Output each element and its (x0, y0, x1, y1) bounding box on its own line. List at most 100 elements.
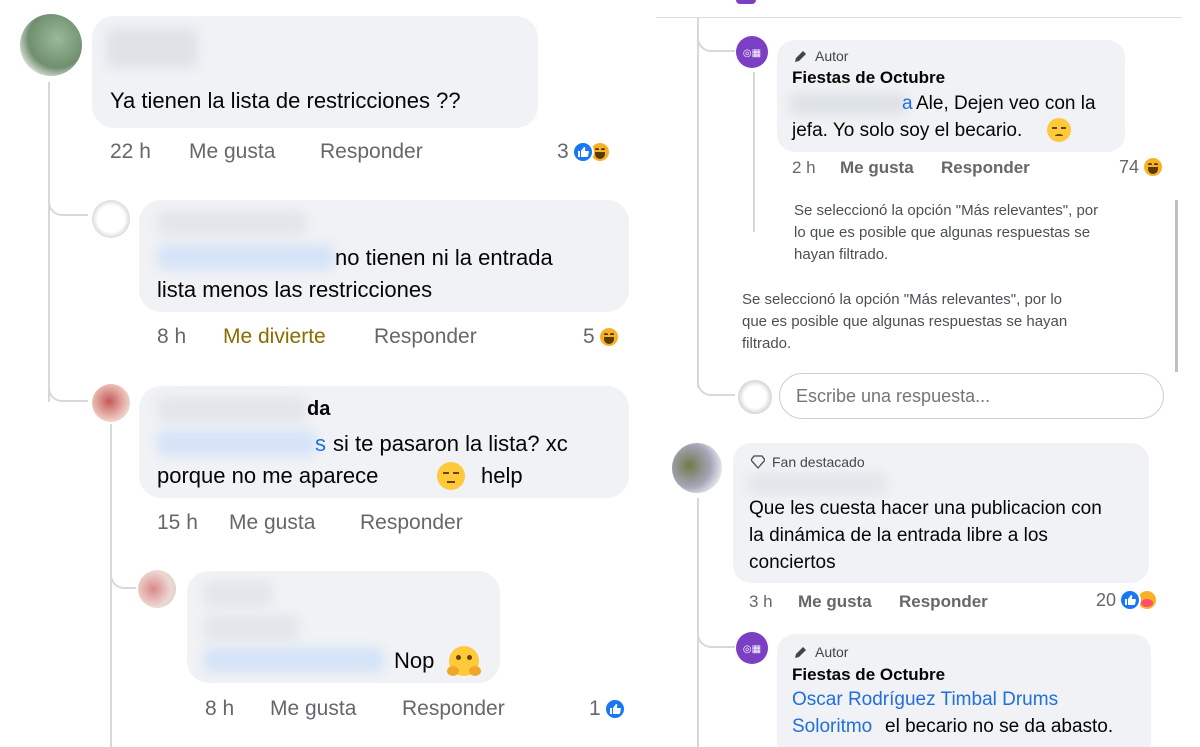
comment-text: si te pasaron la lista? xc (333, 431, 568, 456)
comment-bubble: Autor Fiestas de Octubre a Ale, Dejen ve… (777, 40, 1125, 152)
redacted-mention (157, 430, 317, 456)
author-badge: Autor (815, 48, 849, 64)
comment-bubble: Ya tienen la lista de restricciones ?? (92, 16, 538, 128)
hugging-face-icon (447, 646, 481, 676)
notice-line: lo que es posible que algunas respuestas… (794, 224, 1091, 241)
comment-text: el becario no se da abasto. (885, 716, 1114, 737)
disappointed-face-icon (1047, 118, 1071, 142)
cropped-avatar (736, 0, 756, 4)
commenter-name[interactable]: Fiestas de Octubre (792, 665, 945, 685)
haha-reaction-icon (1142, 156, 1165, 178)
comment-time[interactable]: 8 h (157, 325, 186, 349)
like-reaction-icon (571, 141, 594, 163)
redacted-name (157, 396, 307, 422)
reply-button[interactable]: Responder (899, 592, 988, 612)
thread-line (48, 82, 50, 402)
redacted-mention (789, 92, 907, 116)
commenter-name[interactable]: Fiestas de Octubre (792, 68, 945, 88)
reaction-count: 74 (1119, 156, 1140, 177)
comment-time[interactable]: 22 h (110, 140, 151, 164)
thread-line (110, 424, 112, 747)
svg-text:◎▦: ◎▦ (743, 644, 761, 655)
comment-text: Que les cuesta hacer una publicacion con (749, 498, 1102, 519)
reply-button[interactable]: Responder (320, 140, 423, 164)
like-reaction-icon (603, 698, 626, 720)
commenter-name: da (307, 398, 331, 420)
redacted-mention (157, 244, 335, 270)
page-avatar-icon[interactable]: ◎▦ (736, 36, 768, 68)
reaction-count: 20 (1096, 589, 1117, 610)
reaction-summary[interactable]: 74 (1119, 156, 1165, 178)
reaction-summary[interactable]: 3 (557, 140, 611, 164)
like-button[interactable]: Me gusta (229, 511, 315, 535)
comment-time[interactable]: 3 h (749, 592, 773, 612)
comment-bubble: no tienen ni la entrada lista menos las … (139, 200, 629, 312)
like-button[interactable]: Me gusta (840, 158, 914, 178)
pencil-icon (793, 644, 809, 665)
comment-text: la dinámica de la entrada libre a los (749, 525, 1048, 546)
thread-line (697, 18, 699, 388)
thread-elbow (110, 555, 136, 589)
reaction-count: 1 (589, 697, 601, 720)
mention-link[interactable]: Soloritmo (792, 716, 872, 738)
avatar[interactable] (672, 443, 722, 493)
comment-text: jefa. Yo solo soy el becario. (792, 120, 1023, 141)
comment-text: conciertos (749, 552, 836, 573)
like-button[interactable]: Me gusta (798, 592, 872, 612)
comment-text: porque no me aparece (157, 463, 379, 488)
thread-elbow (697, 360, 735, 396)
mention-link[interactable]: a (902, 93, 913, 115)
reply-button[interactable]: Responder (360, 511, 463, 535)
like-button[interactable]: Me gusta (270, 697, 356, 721)
redacted-text (203, 615, 299, 641)
fan-badge: Fan destacado (772, 454, 865, 470)
redacted-name (203, 581, 273, 607)
avatar[interactable] (92, 384, 130, 422)
reaction-count: 3 (557, 140, 569, 163)
reply-input[interactable] (779, 373, 1164, 419)
notice-line: hayan filtrado. (794, 246, 889, 263)
avatar (738, 380, 772, 414)
avatar[interactable] (138, 570, 176, 608)
redacted-name (747, 473, 887, 495)
reaction-count: 5 (583, 325, 595, 348)
comment-text: help (481, 463, 523, 488)
comment-time[interactable]: 2 h (792, 158, 816, 178)
comment-text: lista menos las restricciones (157, 277, 433, 302)
comment-bubble: da s si te pasaron la lista? xc porque n… (139, 386, 629, 498)
reply-button[interactable]: Responder (374, 325, 477, 349)
scrollbar[interactable] (1175, 200, 1178, 372)
thread-elbow (697, 612, 735, 648)
reply-button[interactable]: Responder (941, 158, 1030, 178)
haha-reaction-icon (597, 326, 620, 348)
mention-link[interactable]: s (315, 431, 326, 457)
pencil-icon (793, 48, 809, 69)
comment-text: Ale, Dejen veo con la (916, 93, 1096, 114)
comment-time[interactable]: 15 h (157, 511, 198, 535)
redacted-name (157, 210, 307, 236)
comment-text: no tienen ni la entrada (335, 245, 553, 270)
page-avatar-icon[interactable]: ◎▦ (736, 632, 768, 664)
comment-bubble: Nop (187, 571, 500, 683)
reply-button[interactable]: Responder (402, 697, 505, 721)
reaction-summary[interactable]: 20 (1096, 589, 1159, 611)
comment-text: Nop (394, 648, 435, 673)
like-button[interactable]: Me divierte (223, 325, 326, 349)
avatar[interactable] (20, 14, 82, 76)
diamond-icon (750, 455, 766, 474)
mention-link[interactable]: Oscar Rodríguez Timbal Drums (792, 689, 1058, 711)
redacted-name (106, 28, 198, 68)
reaction-summary[interactable]: 1 (589, 697, 626, 721)
redacted-mention (203, 647, 385, 673)
like-reaction-icon (1119, 589, 1142, 611)
thread-elbow (697, 18, 735, 52)
svg-text:◎▦: ◎▦ (743, 48, 761, 59)
avatar[interactable] (92, 200, 130, 238)
reaction-summary[interactable]: 5 (583, 325, 620, 349)
comment-time[interactable]: 8 h (205, 697, 234, 721)
comment-bubble: Fan destacado Que les cuesta hacer una p… (733, 443, 1149, 583)
notice-line: filtrado. (742, 335, 792, 352)
thread-line (753, 72, 755, 232)
author-badge: Autor (815, 644, 849, 660)
like-button[interactable]: Me gusta (189, 140, 275, 164)
